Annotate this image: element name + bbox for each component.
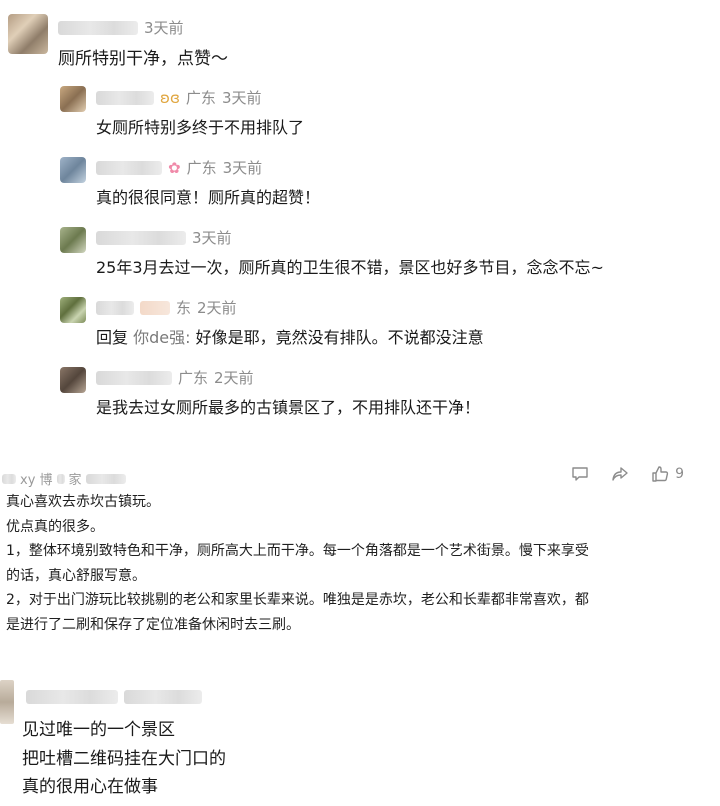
avatar[interactable] bbox=[60, 157, 86, 183]
comment-meta: 3天前 bbox=[58, 17, 184, 38]
reply-meta: 3天前 bbox=[96, 227, 232, 248]
reply-text: 真的很很同意！厕所真的超赞！ bbox=[96, 188, 321, 207]
username-blurred bbox=[85, 473, 126, 484]
username-blurred[interactable] bbox=[58, 20, 138, 35]
avatar[interactable] bbox=[60, 227, 86, 253]
reply-prefix: 回复 bbox=[96, 328, 134, 347]
reply-time: 3天前 bbox=[221, 89, 262, 107]
reply-location: 东 bbox=[176, 299, 192, 317]
comment-actions: 9 bbox=[571, 465, 684, 483]
share-button[interactable] bbox=[611, 465, 629, 483]
avatar-blurred bbox=[2, 473, 16, 484]
comment-text: 见过唯一的一个景区 把吐槽二维码挂在大门口的 真的很用心在做事 bbox=[22, 716, 226, 802]
comment-line: 的话，真心舒服写意。 bbox=[6, 567, 146, 584]
comment-line: 把吐槽二维码挂在大门口的 bbox=[22, 748, 226, 769]
comment-text: 真心喜欢去赤坎古镇玩。 优点真的很多。 1，整体环境别致特色和干净，厕所高大上而… bbox=[6, 490, 696, 637]
reply-meta: 东 2天前 bbox=[96, 297, 237, 318]
reply-time: 3天前 bbox=[192, 229, 232, 247]
avatar[interactable] bbox=[0, 680, 14, 724]
flower-icon: ✿ bbox=[168, 158, 181, 177]
avatar[interactable] bbox=[60, 86, 86, 112]
comment-time: 3天前 bbox=[144, 19, 184, 37]
thumbs-up-icon bbox=[652, 466, 669, 482]
user-info-blurred bbox=[124, 690, 202, 704]
avatar[interactable] bbox=[60, 367, 86, 393]
reply-content: 好像是耶，竟然没有排队。不说都没注意 bbox=[190, 328, 484, 347]
reply-to-user[interactable]: 你de强 bbox=[133, 328, 185, 347]
reply-location: 广东 bbox=[178, 369, 209, 387]
comment-text: 厕所特别干净，点赞～ bbox=[58, 49, 228, 69]
reply-meta: ✿ 广东 3天前 bbox=[96, 157, 262, 178]
username-blurred[interactable] bbox=[96, 230, 186, 245]
reply-time: 2天前 bbox=[214, 369, 254, 387]
comment-line: 2，对于出门游玩比较挑剔的老公和家里长辈来说。唯独是是赤坎，老公和长辈都非常喜欢… bbox=[6, 592, 589, 608]
comment-icon bbox=[572, 467, 588, 481]
user-badge-blurred bbox=[140, 300, 170, 315]
comment-line: 真的很用心在做事 bbox=[22, 777, 158, 797]
username-fragment: 家 bbox=[68, 473, 82, 488]
reply-button[interactable] bbox=[571, 465, 589, 483]
reply-meta: 广东 2天前 bbox=[96, 367, 254, 388]
comment-meta bbox=[26, 690, 202, 704]
username-blurred bbox=[56, 473, 65, 484]
username-blurred[interactable] bbox=[96, 160, 162, 175]
avatar[interactable] bbox=[60, 297, 86, 323]
comment-line: 是进行了二刷和保存了定位准备休闲时去三刷。 bbox=[6, 616, 300, 633]
reply-location: 广东 bbox=[186, 159, 217, 177]
username-blurred[interactable] bbox=[96, 300, 134, 315]
reply-text: 25年3月去过一次，厕所真的卫生很不错，景区也好多节目，念念不忘~ bbox=[96, 258, 604, 277]
comment-line: 优点真的很多。 bbox=[6, 518, 104, 535]
comment-line: 见过唯一的一个景区 bbox=[22, 720, 175, 740]
reply-meta: ʚɞ 广东 3天前 bbox=[96, 87, 261, 108]
comment-header: xy 博 家 9 bbox=[0, 465, 720, 489]
avatar[interactable] bbox=[8, 14, 48, 54]
reply-text: 是我去过女厕所最多的古镇景区了，不用排队还干净！ bbox=[96, 398, 481, 417]
like-count: 9 bbox=[675, 466, 684, 482]
username-blurred[interactable] bbox=[96, 90, 154, 105]
comment-line: 1，整体环境别致特色和干净，厕所高大上而干净。每一个角落都是一个艺术街景。慢下来… bbox=[6, 543, 589, 559]
reply-text: 女厕所特别多终于不用排队了 bbox=[96, 118, 305, 137]
reply-time: 2天前 bbox=[197, 299, 237, 317]
reply-time: 3天前 bbox=[222, 159, 263, 177]
reply-text: 回复 你de强: 好像是耶，竟然没有排队。不说都没注意 bbox=[96, 324, 484, 348]
username-blurred[interactable] bbox=[26, 690, 118, 704]
butterfly-icon: ʚɞ bbox=[160, 88, 180, 107]
like-button[interactable]: 9 bbox=[651, 465, 684, 483]
username-blurred[interactable] bbox=[96, 370, 172, 385]
comment-user[interactable]: xy 博 家 bbox=[2, 469, 126, 488]
reply-location: 广东 bbox=[185, 89, 216, 107]
share-icon bbox=[612, 467, 628, 481]
comment-line: 真心喜欢去赤坎古镇玩。 bbox=[6, 494, 160, 510]
username-fragment: xy 博 bbox=[20, 473, 53, 488]
